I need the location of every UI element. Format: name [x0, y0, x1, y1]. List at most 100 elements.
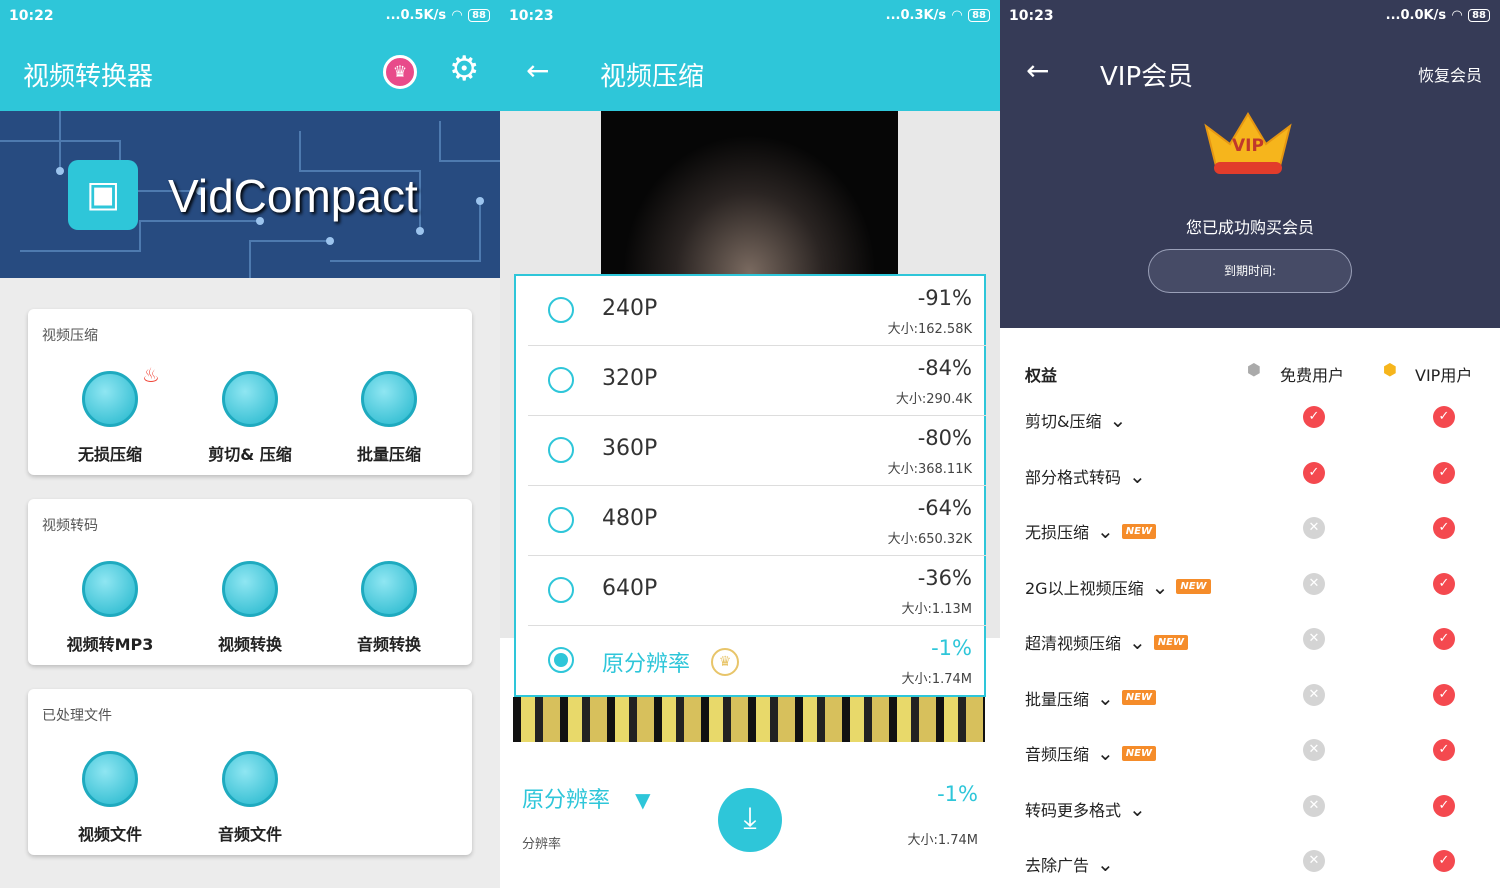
page-title: VIP会员 — [1100, 62, 1194, 92]
benefit-label: 音频压缩 — [1025, 745, 1090, 764]
gear-icon: ⚙ — [449, 49, 480, 89]
app-bar: 视频转换器 ♛ ⚙ — [0, 34, 500, 111]
option-480p[interactable]: 480P -64% 大小:650.32K — [528, 486, 986, 556]
cut-compress-button[interactable]: 剪切& 压缩 — [190, 371, 310, 465]
cross-icon: ✕ — [1303, 517, 1325, 539]
table-row[interactable]: 部分格式转码 ⌄ ✓ ✓ — [1025, 461, 1475, 520]
feature-label: 视频文件 — [77, 825, 142, 844]
chevron-down-icon[interactable]: ⌄ — [1097, 743, 1114, 763]
back-arrow-icon[interactable]: ← — [526, 54, 549, 87]
option-percent: -1% — [931, 636, 972, 660]
option-resolution: 原分辨率 — [602, 652, 691, 677]
triangle-down-icon: ▼ — [635, 788, 651, 812]
option-240p[interactable]: 240P -91% 大小:162.58K — [528, 276, 986, 346]
radio-button[interactable] — [548, 577, 574, 603]
table-row[interactable]: 批量压缩 ⌄ NEW ✕ ✓ — [1025, 683, 1475, 742]
benefit-label: 2G以上视频压缩 — [1025, 578, 1144, 598]
table-row[interactable]: 剪切&压缩 ⌄ ✓ ✓ — [1025, 406, 1475, 464]
table-row[interactable]: 音频压缩 ⌄ NEW ✕ ✓ — [1025, 739, 1475, 797]
radio-button-selected[interactable] — [548, 647, 574, 673]
benefit-label: 部分格式转码 — [1025, 467, 1122, 487]
chevron-down-icon[interactable]: ⌄ — [1109, 410, 1126, 430]
table-row[interactable]: 无损压缩 ⌄ NEW ✕ ✓ — [1025, 517, 1475, 575]
chevron-down-icon[interactable]: ⌄ — [1097, 688, 1114, 708]
zipper-icon — [222, 371, 278, 427]
radio-button[interactable] — [548, 437, 574, 463]
thumbnail-strip[interactable] — [513, 697, 985, 742]
back-arrow-icon[interactable]: ← — [1026, 54, 1049, 87]
option-percent: -91% — [917, 286, 972, 310]
radio-button[interactable] — [548, 367, 574, 393]
battery-level: 88 — [1468, 9, 1490, 22]
chevron-down-icon[interactable]: ⌄ — [1097, 854, 1114, 874]
vip-user-icon: ⬢ — [1383, 360, 1397, 379]
video-convert-button[interactable]: 视频转换 — [190, 561, 310, 655]
table-row[interactable]: 去除广告 ⌄ ✕ ✓ — [1025, 850, 1475, 888]
banner: ▣ VidCompact — [0, 111, 500, 278]
benefit-name: 部分格式转码 ⌄ — [1025, 464, 1146, 488]
benefit-label: 批量压缩 — [1025, 689, 1090, 709]
table-row[interactable]: 转码更多格式 ⌄ ✕ ✓ — [1025, 794, 1475, 853]
option-size: 大小:650.32K — [887, 532, 972, 547]
check-icon: ✓ — [1433, 739, 1455, 761]
chevron-down-icon[interactable]: ⌄ — [1097, 521, 1114, 541]
table-row[interactable]: 超清视频压缩 ⌄ NEW ✕ ✓ — [1025, 628, 1475, 686]
vip-crown-button[interactable]: ♛ — [383, 55, 417, 89]
benefit-name: 转码更多格式 ⌄ — [1025, 797, 1146, 821]
option-resolution: 480P — [602, 506, 658, 531]
radio-button[interactable] — [548, 297, 574, 323]
battery-level: 88 — [968, 9, 990, 22]
benefit-label: 去除广告 — [1025, 856, 1090, 875]
cross-icon: ✕ — [1303, 683, 1325, 706]
option-original[interactable]: 原分辨率 ♛ -1% 大小:1.74M — [528, 626, 986, 696]
lossless-compress-button[interactable]: ♨ 无损压缩 — [50, 363, 170, 465]
option-size: 大小:290.4K — [895, 392, 972, 407]
chevron-down-icon[interactable]: ⌄ — [1129, 466, 1146, 486]
benefit-name: 超清视频压缩 ⌄ NEW — [1025, 630, 1189, 654]
page-title: 视频压缩 — [600, 62, 705, 92]
option-320p[interactable]: 320P -84% 大小:290.4K — [528, 346, 986, 416]
option-640p[interactable]: 640P -36% 大小:1.13M — [528, 556, 986, 626]
table-row[interactable]: 2G以上视频压缩 ⌄ NEW ✕ ✓ — [1025, 572, 1475, 631]
option-resolution: 320P — [602, 366, 658, 391]
option-size: 大小:162.58K — [887, 322, 972, 337]
page-title: 视频转换器 — [23, 62, 154, 92]
col-vip: VIP用户 — [1415, 366, 1473, 385]
chevron-down-icon[interactable]: ⌄ — [1152, 577, 1169, 597]
audio-files-button[interactable]: 音频文件 — [190, 751, 310, 845]
settings-button[interactable]: ⚙ — [449, 52, 479, 86]
new-badge: NEW — [1176, 579, 1211, 594]
check-icon: ✓ — [1433, 517, 1455, 539]
new-badge: NEW — [1121, 745, 1157, 761]
crown-icon: ♛ — [711, 648, 739, 676]
benefit-table: 权益 ⬢ 免费用户 ⬢ VIP用户 剪切&压缩 ⌄ ✓ ✓ 部分格式转码 ⌄ ✓ ✓ 无损压缩 ⌄… — [1000, 328, 1500, 888]
download-button[interactable]: ⤓ — [718, 788, 782, 852]
feature-label: 音频文件 — [217, 825, 282, 844]
status-bar: 10:22 ...0.5K/s ◠ 88 — [0, 0, 500, 34]
batch-compress-button[interactable]: 批量压缩 — [329, 371, 449, 465]
option-360p[interactable]: 360P -80% 大小:368.11K — [528, 416, 986, 486]
radio-button[interactable] — [548, 507, 574, 533]
check-icon: ✓ — [1433, 406, 1455, 428]
audio-convert-button[interactable]: 音频转换 — [329, 561, 449, 655]
network-speed: ...0.3K/s — [885, 8, 947, 23]
benefit-name: 批量压缩 ⌄ NEW — [1025, 686, 1157, 710]
chevron-down-icon[interactable]: ⌄ — [1129, 799, 1146, 819]
feature-label: 无损压缩 — [77, 445, 142, 464]
compress-screen: 10:23 ...0.3K/s ◠ 88 ← 视频压缩 240P -91% 大小:162… — [500, 0, 1000, 888]
check-icon: ✓ — [1303, 461, 1325, 484]
cross-icon: ✕ — [1303, 739, 1325, 761]
video-files-button[interactable]: 视频文件 — [50, 751, 170, 845]
status-time: 10:22 — [9, 8, 54, 24]
expiry-text: 到期时间: — [1223, 264, 1277, 278]
selected-resolution-dropdown[interactable]: 原分辨率 ▼ — [522, 782, 651, 814]
restore-membership-link[interactable]: 恢复会员 — [1418, 62, 1482, 86]
option-size: 大小:368.11K — [887, 462, 972, 477]
status-time: 10:23 — [1009, 8, 1054, 24]
video-to-mp3-button[interactable]: 视频转MP3 — [50, 561, 170, 655]
option-percent: -36% — [917, 566, 972, 590]
network-speed: ...0.0K/s — [1385, 8, 1447, 23]
check-icon: ✓ — [1433, 628, 1455, 650]
chevron-down-icon[interactable]: ⌄ — [1129, 632, 1146, 652]
new-badge: NEW — [1121, 690, 1157, 705]
